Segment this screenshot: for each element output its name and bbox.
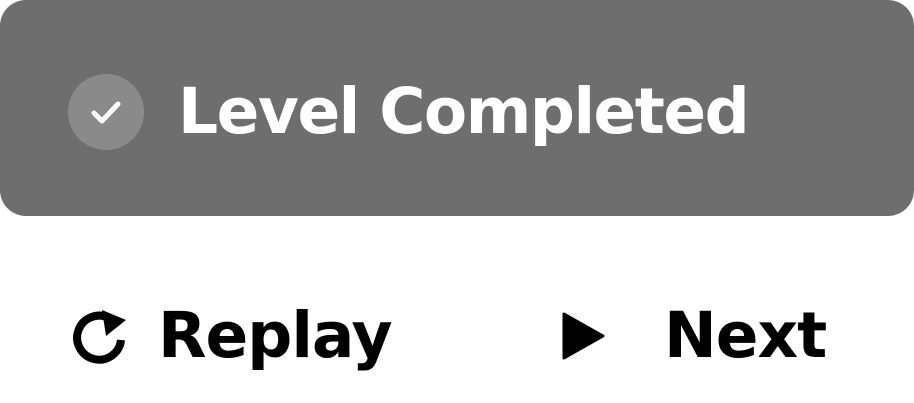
play-icon	[560, 311, 606, 361]
next-button[interactable]: Next	[560, 296, 827, 376]
check-icon	[68, 74, 144, 150]
banner-title: Level Completed	[178, 75, 750, 148]
level-completed-banner: Level Completed	[0, 0, 914, 216]
next-label: Next	[664, 299, 827, 372]
replay-button[interactable]: Replay	[66, 296, 393, 376]
replay-label: Replay	[158, 299, 393, 372]
replay-icon	[66, 303, 132, 369]
